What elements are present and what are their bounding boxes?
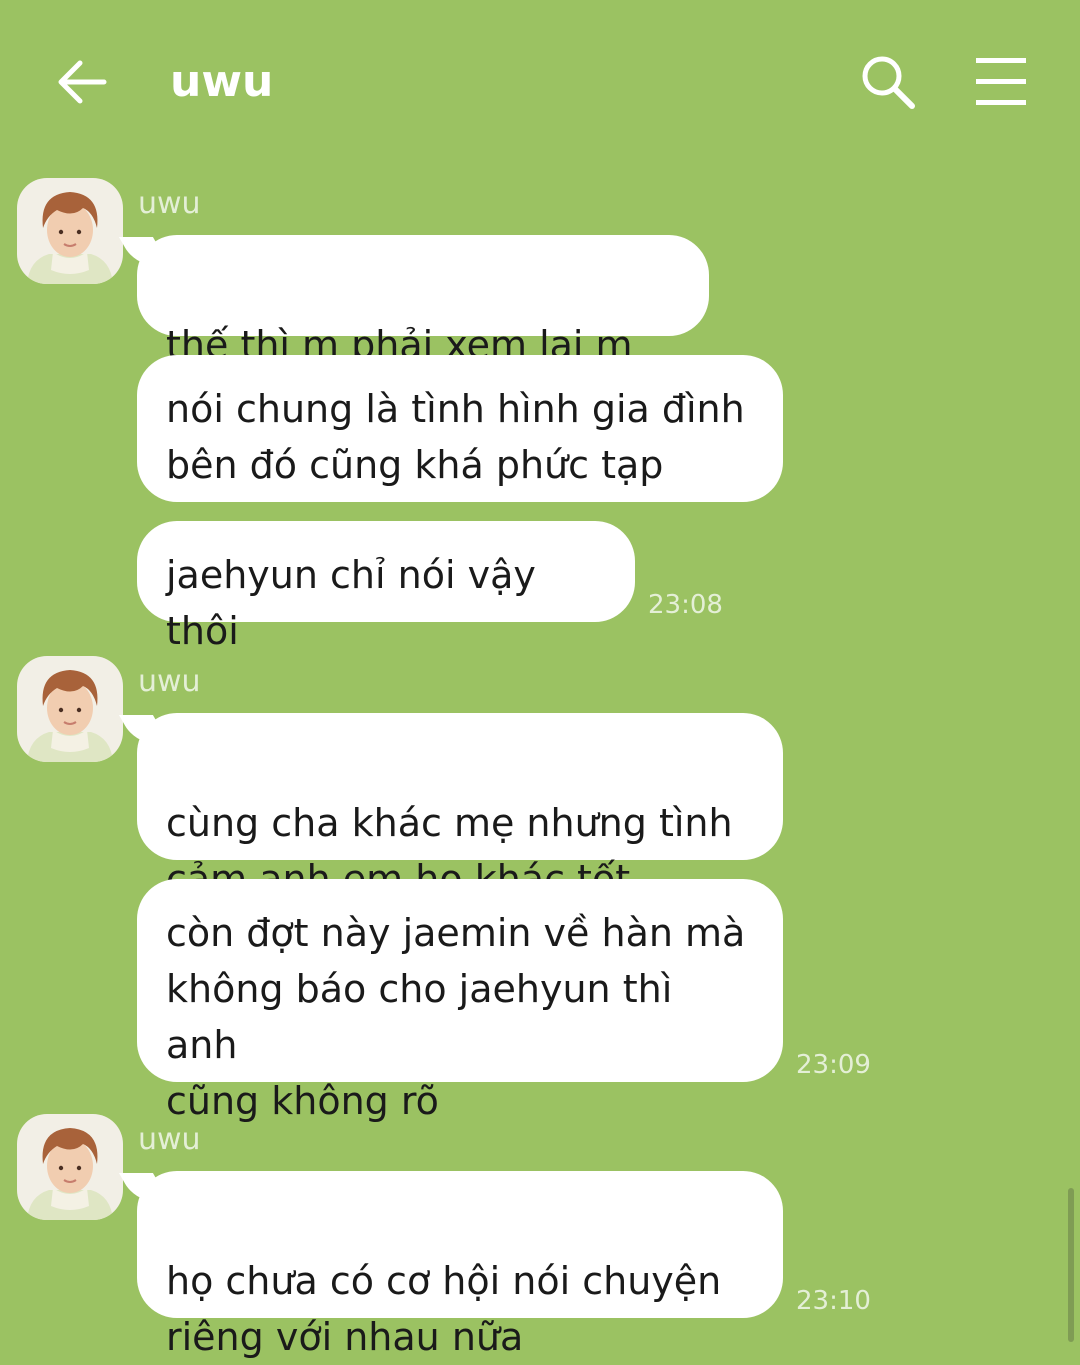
message-bubble[interactable]: nói chung là tình hình gia đình bên đó c… bbox=[137, 355, 783, 502]
message-bubble[interactable]: jaehyun chỉ nói vậy thôi bbox=[137, 521, 635, 653]
hamburger-menu-icon bbox=[976, 58, 1026, 105]
scrollbar[interactable] bbox=[1068, 1188, 1074, 1342]
message-bubble[interactable]: họ chưa có cơ hội nói chuyện riêng với n… bbox=[137, 1171, 783, 1359]
message-text: họ chưa có cơ hội nói chuyện riêng với n… bbox=[166, 1259, 722, 1359]
avatar[interactable] bbox=[17, 178, 123, 284]
message-bubble[interactable]: cùng cha khác mẹ nhưng tình cảm anh em h… bbox=[137, 713, 783, 901]
arrow-left-icon bbox=[58, 60, 107, 104]
avatar[interactable] bbox=[17, 656, 123, 762]
search-icon bbox=[862, 56, 915, 109]
back-button[interactable] bbox=[52, 52, 112, 112]
message-timestamp: 23:09 bbox=[796, 1050, 871, 1080]
sender-name: uwu bbox=[138, 664, 201, 699]
sender-name: uwu bbox=[138, 186, 201, 221]
message-bubble[interactable]: thế thì m phải xem lại m bbox=[137, 235, 709, 423]
message-timestamp: 23:10 bbox=[796, 1286, 871, 1316]
message-bubble[interactable]: còn đợt này jaemin về hàn mà không báo c… bbox=[137, 879, 783, 1123]
sender-name: uwu bbox=[138, 1122, 201, 1157]
message-timestamp: 23:08 bbox=[648, 590, 723, 620]
avatar[interactable] bbox=[17, 1114, 123, 1220]
chat-title: uwu bbox=[170, 56, 274, 107]
menu-button[interactable] bbox=[970, 52, 1032, 112]
chat-header: uwu bbox=[0, 0, 1080, 160]
search-button[interactable] bbox=[858, 52, 918, 112]
